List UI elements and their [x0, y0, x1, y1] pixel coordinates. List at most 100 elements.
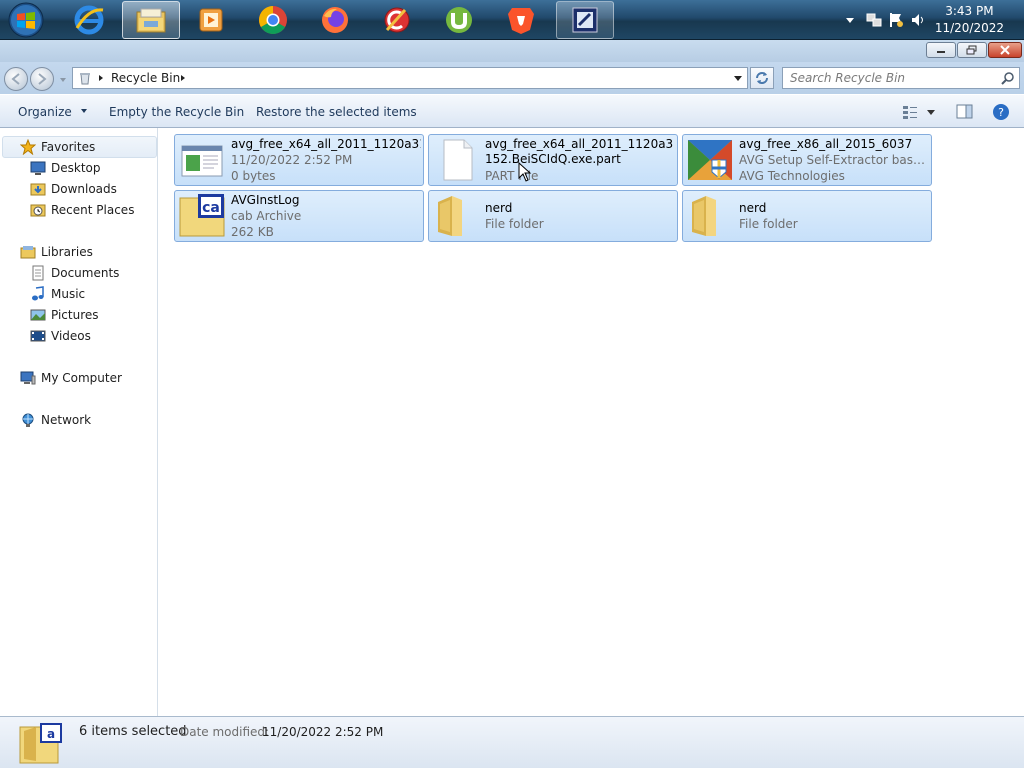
nav-recent-places[interactable]: Recent Places	[30, 200, 134, 220]
file-type: PART File	[485, 169, 539, 183]
file-size: 0 bytes	[231, 169, 276, 183]
back-button[interactable]	[4, 67, 28, 91]
show-hidden-icons-icon[interactable]	[842, 12, 858, 28]
taskbar-brave-icon[interactable]	[492, 1, 550, 39]
taskbar-firefox-icon[interactable]	[306, 1, 364, 39]
taskbar-ie-icon[interactable]	[60, 1, 118, 39]
address-row: Recycle Bin Search Recycle Bin	[0, 62, 1024, 94]
nav-network[interactable]: Network	[20, 410, 91, 430]
recent-pages-dropdown[interactable]	[58, 74, 68, 84]
nav-libraries-label: Libraries	[41, 245, 93, 259]
system-tray: 3:43 PM 11/20/2022	[834, 0, 1024, 40]
nav-videos-label: Videos	[51, 329, 91, 343]
organize-label: Organize	[18, 105, 72, 119]
empty-recycle-bin-button[interactable]: Empty the Recycle Bin	[109, 105, 244, 119]
computer-icon	[20, 370, 36, 386]
file-tile[interactable]: avg_free_x64_all_2011_1120a3152 11/20/20…	[174, 134, 424, 186]
nav-downloads-label: Downloads	[51, 182, 117, 196]
nav-favorites[interactable]: Favorites	[19, 137, 95, 157]
nav-libraries[interactable]: Libraries	[20, 242, 93, 262]
downloads-folder-icon	[30, 181, 46, 197]
start-button[interactable]	[6, 1, 46, 39]
videos-icon	[30, 328, 46, 344]
restore-button[interactable]	[957, 42, 987, 58]
organize-button[interactable]: Organize	[18, 105, 89, 119]
star-icon	[19, 138, 37, 156]
network-icon	[20, 412, 36, 428]
nav-documents[interactable]: Documents	[30, 263, 119, 283]
taskbar-chrome-icon[interactable]	[244, 1, 302, 39]
date-modified-label: Date modified:	[180, 725, 270, 739]
nav-documents-label: Documents	[51, 266, 120, 280]
file-date: 11/20/2022 2:52 PM	[231, 153, 353, 167]
pictures-icon	[30, 307, 46, 323]
file-list[interactable]: avg_free_x64_all_2011_1120a3152 11/20/20…	[159, 128, 1024, 716]
restore-selected-button[interactable]: Restore the selected items	[256, 105, 417, 119]
file-name: avg_free_x64_all_2011_1120a3152.BeiSCIdQ…	[485, 137, 674, 166]
recent-places-icon	[30, 202, 46, 218]
libraries-icon	[20, 244, 36, 260]
forward-button[interactable]	[30, 67, 54, 91]
address-dropdown-icon[interactable]	[733, 72, 743, 87]
taskbar-media-player-icon[interactable]	[182, 1, 240, 39]
nav-pictures-label: Pictures	[51, 308, 99, 322]
avg-icon	[686, 138, 734, 182]
nav-desktop-label: Desktop	[51, 161, 101, 175]
desktop-icon	[30, 160, 46, 176]
selected-count: 6 items selected	[79, 724, 187, 739]
folder-icon	[686, 194, 734, 238]
taskbar-explorer-icon[interactable]	[122, 1, 180, 39]
mouse-cursor-icon	[518, 161, 532, 182]
file-description: AVG Setup Self-Extractor based o...	[739, 153, 927, 167]
selection-thumbnail-icon: a	[16, 721, 64, 765]
action-center-flag-icon[interactable]	[888, 12, 904, 28]
folder-tile[interactable]: nerd File folder	[428, 190, 678, 242]
file-name: AVGInstLog	[231, 193, 300, 207]
nav-desktop[interactable]: Desktop	[30, 158, 101, 178]
nav-my-computer[interactable]: My Computer	[20, 368, 122, 388]
refresh-button[interactable]	[750, 67, 774, 89]
folder-type: File folder	[485, 217, 544, 231]
date-modified-value: 11/20/2022 2:52 PM	[262, 725, 384, 739]
file-tile[interactable]: avg_free_x64_all_2011_1120a3152.BeiSCIdQ…	[428, 134, 678, 186]
chevron-down-icon	[80, 109, 87, 113]
taskbar-ccleaner-icon[interactable]	[368, 1, 426, 39]
recycle-bin-small-icon	[77, 70, 93, 89]
view-dropdown-icon[interactable]	[926, 107, 936, 121]
close-button[interactable]	[988, 42, 1022, 58]
folder-tile[interactable]: nerd File folder	[682, 190, 932, 242]
window-titlebar[interactable]	[0, 40, 1024, 62]
breadcrumb-chevron-icon[interactable]	[97, 71, 105, 88]
nav-network-label: Network	[41, 413, 92, 427]
network-tray-icon[interactable]	[866, 12, 882, 28]
breadcrumb-chevron-icon[interactable]	[179, 71, 187, 88]
taskbar-unknown-app-icon[interactable]	[556, 1, 614, 39]
nav-music-label: Music	[51, 287, 86, 301]
nav-pictures[interactable]: Pictures	[30, 305, 99, 325]
svg-text:a: a	[47, 727, 55, 741]
help-icon[interactable]: ?	[992, 103, 1010, 124]
command-bar: Organize Empty the Recycle Bin Restore t…	[0, 94, 1024, 128]
file-name: avg_free_x86_all_2015_6037	[739, 137, 913, 151]
preview-pane-icon[interactable]	[956, 104, 974, 123]
breadcrumb-recycle-bin[interactable]: Recycle Bin	[111, 71, 180, 85]
address-bar[interactable]: Recycle Bin	[72, 67, 748, 89]
folder-name: nerd	[739, 201, 767, 215]
file-name: avg_free_x64_all_2011_1120a3152	[231, 137, 421, 151]
search-icon[interactable]	[1001, 71, 1015, 88]
details-pane: a 6 items selected Date modified: 11/20/…	[0, 716, 1024, 768]
file-tile[interactable]: ca AVGInstLog cab Archive 262 KB	[174, 190, 424, 242]
nav-downloads[interactable]: Downloads	[30, 179, 117, 199]
minimize-button[interactable]	[926, 42, 956, 58]
nav-music[interactable]: Music	[30, 284, 85, 304]
volume-icon[interactable]	[910, 12, 926, 28]
change-view-icon[interactable]	[902, 104, 918, 123]
blank-file-icon	[432, 138, 480, 182]
search-input[interactable]: Search Recycle Bin	[782, 67, 1020, 89]
clock[interactable]: 3:43 PM 11/20/2022	[935, 3, 1004, 37]
file-company: AVG Technologies	[739, 169, 845, 183]
file-tile[interactable]: avg_free_x86_all_2015_6037 AVG Setup Sel…	[682, 134, 932, 186]
taskbar-utorrent-icon[interactable]	[430, 1, 488, 39]
svg-text:ca: ca	[202, 200, 220, 216]
nav-videos[interactable]: Videos	[30, 326, 91, 346]
